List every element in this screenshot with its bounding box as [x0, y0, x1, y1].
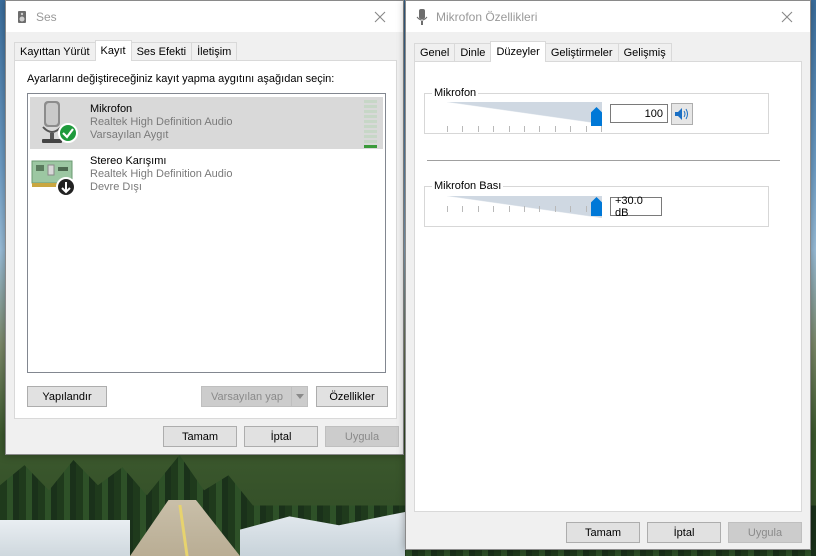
slider-tick — [462, 126, 464, 132]
sound-window: Ses Kayıttan Yürüt Kayıt Ses Efekti İlet… — [5, 0, 404, 455]
mic-window-title: Mikrofon Özellikleri — [436, 9, 538, 24]
tab-general[interactable]: Genel — [414, 43, 456, 62]
tab-advanced[interactable]: Gelişmiş — [617, 43, 672, 62]
sound-window-title: Ses — [36, 9, 57, 24]
mic-boost-value: +30.0 dB — [615, 194, 643, 219]
sound-tabs: Kayıttan Yürüt Kayıt Ses Efekti İletişim — [14, 40, 238, 61]
mic-boost-group: Mikrofon Bası +30.0 dB — [424, 180, 769, 227]
slider-tick — [508, 126, 510, 132]
meter-bar — [364, 120, 377, 123]
tab-communications[interactable]: İletişim — [191, 42, 238, 61]
device-driver: Realtek High Definition Audio — [90, 168, 233, 180]
sound-close-button[interactable] — [357, 1, 403, 32]
meter-bar — [364, 145, 377, 148]
mic-cancel-button[interactable]: İptal — [647, 522, 721, 543]
tab-levels[interactable]: Düzeyler — [490, 41, 546, 62]
slider-tick — [447, 206, 448, 212]
set-default-button[interactable]: Varsayılan yap — [201, 386, 308, 407]
device-driver: Realtek High Definition Audio — [90, 116, 233, 128]
mic-level-value-field[interactable]: 100 — [610, 104, 668, 123]
levels-panel: Mikrofon 100 Mikrofon Bası +30.0 dB — [414, 61, 802, 512]
mic-boost-ticks — [447, 206, 602, 212]
microphone-device-icon — [30, 97, 90, 149]
slider-tick — [477, 206, 479, 212]
slider-tick — [539, 126, 541, 132]
tab-enhancements[interactable]: Geliştirmeler — [544, 43, 619, 62]
device-name: Stereo Karışımı — [90, 155, 167, 167]
properties-button[interactable]: Özellikler — [316, 386, 388, 407]
slider-tick — [493, 126, 495, 132]
meter-bar — [364, 115, 377, 118]
meter-bar — [364, 125, 377, 128]
slider-tick — [523, 206, 525, 212]
meter-bar — [364, 100, 377, 103]
microphone-app-icon — [414, 8, 430, 25]
mic-level-label: Mikrofon — [432, 87, 479, 99]
mute-button[interactable] — [671, 103, 693, 125]
meter-bar — [364, 110, 377, 113]
tab-listen[interactable]: Dinle — [454, 43, 492, 62]
mic-boost-value-field[interactable]: +30.0 dB — [610, 194, 662, 219]
mic-properties-window: Mikrofon Özellikleri Genel Dinle Düzeyle… — [405, 0, 811, 550]
slider-tick — [570, 126, 572, 132]
slider-tick — [554, 126, 556, 132]
slider-tick — [570, 206, 572, 212]
close-icon — [374, 11, 386, 22]
device-list[interactable]: Mikrofon Realtek High Definition Audio V… — [27, 93, 386, 373]
instruction-text: Ayarlarını değiştireceğiniz kayıt yapma … — [27, 73, 335, 85]
close-icon — [781, 11, 793, 22]
slider-tick — [462, 206, 464, 212]
device-item-stereo-mix[interactable]: Stereo Karışımı Realtek High Definition … — [30, 149, 383, 201]
mic-level-ticks — [447, 126, 602, 132]
mic-ok-button[interactable]: Tamam — [566, 522, 640, 543]
sound-cancel-button[interactable]: İptal — [244, 426, 318, 447]
slider-tick — [585, 126, 587, 132]
slider-tick — [523, 126, 525, 132]
mic-level-slider[interactable] — [447, 102, 602, 124]
configure-button[interactable]: Yapılandır — [27, 386, 107, 407]
speaker-icon — [675, 108, 688, 120]
levels-separator — [427, 160, 780, 161]
device-status: Varsayılan Aygıt — [90, 129, 169, 141]
sound-ok-button[interactable]: Tamam — [163, 426, 237, 447]
device-status: Devre Dışı — [90, 181, 142, 193]
set-default-dropdown[interactable] — [291, 387, 307, 406]
slider-tick — [447, 126, 448, 132]
meter-bar — [364, 105, 377, 108]
slider-tick — [508, 206, 510, 212]
meter-bar — [364, 135, 377, 138]
sound-apply-button[interactable]: Uygula — [325, 426, 399, 447]
meter-bar — [364, 130, 377, 133]
tab-playback[interactable]: Kayıttan Yürüt — [14, 42, 96, 61]
device-name: Mikrofon — [90, 103, 133, 115]
slider-tick — [585, 206, 587, 212]
chevron-down-icon — [295, 394, 304, 399]
meter-bar — [364, 140, 377, 143]
mic-level-group: Mikrofon 100 — [424, 87, 769, 134]
mic-level-value: 100 — [644, 107, 663, 120]
sound-card-device-icon — [30, 149, 90, 201]
slider-tick — [477, 126, 479, 132]
input-level-meter — [364, 100, 377, 150]
mic-close-button[interactable] — [764, 1, 810, 32]
slider-tick — [539, 206, 541, 212]
slider-tick — [493, 206, 495, 212]
mic-boost-label: Mikrofon Bası — [432, 180, 504, 192]
wallpaper-snow — [0, 520, 130, 556]
speaker-app-icon — [14, 9, 30, 25]
tab-sound-effects[interactable]: Ses Efekti — [130, 42, 193, 61]
mic-title-bar[interactable]: Mikrofon Özellikleri — [406, 1, 810, 32]
sound-title-bar[interactable]: Ses — [6, 1, 403, 32]
slider-tick — [554, 206, 556, 212]
mic-apply-button[interactable]: Uygula — [728, 522, 802, 543]
recording-panel: Ayarlarını değiştireceğiniz kayıt yapma … — [14, 60, 397, 419]
tab-recording[interactable]: Kayıt — [94, 40, 132, 61]
slider-tick — [600, 126, 602, 132]
set-default-label: Varsayılan yap — [211, 390, 283, 403]
device-item-microphone[interactable]: Mikrofon Realtek High Definition Audio V… — [30, 97, 383, 149]
mic-tabs: Genel Dinle Düzeyler Geliştirmeler Geliş… — [414, 41, 672, 62]
